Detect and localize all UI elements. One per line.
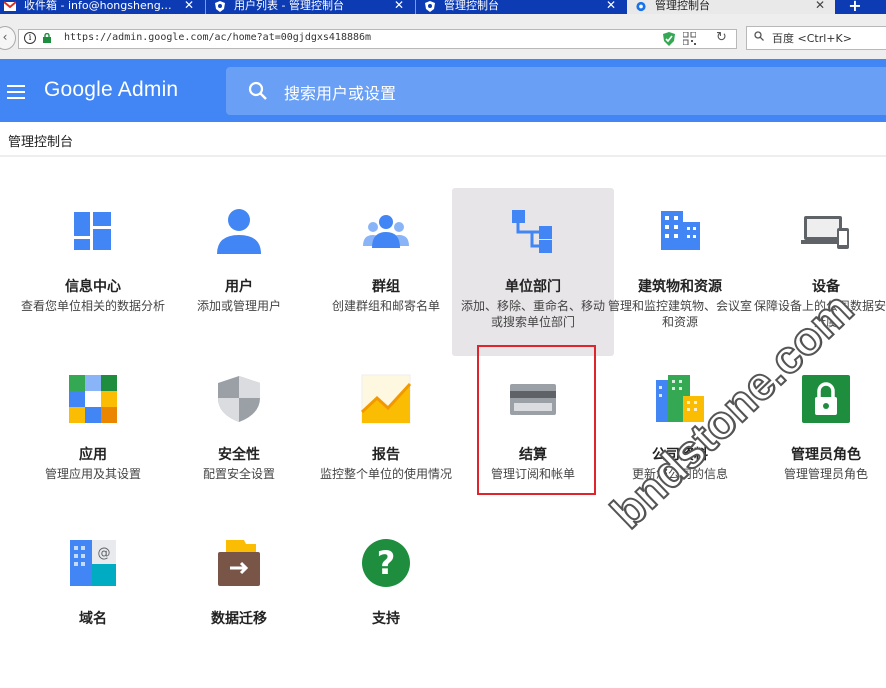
admin-icon [215, 1, 225, 12]
svg-text:?: ? [377, 544, 396, 582]
group-icon [363, 215, 409, 248]
tile-title: 支持 [372, 611, 400, 627]
lock-icon [802, 375, 850, 423]
devices-icon [801, 216, 849, 249]
tile-groups[interactable]: 群组 创建群组和邮寄名单 [305, 188, 467, 356]
reload-icon[interactable]: ↻ [716, 30, 727, 45]
tile-description: 配置安全设置 [202, 467, 275, 481]
browser-tab-inbox[interactable]: 收件箱 - info@hongsheng… ✕ [0, 0, 203, 14]
breadcrumb: 管理控制台 [0, 122, 886, 157]
tab-close-icon[interactable]: ✕ [815, 0, 825, 11]
browser-search-placeholder: 百度 <Ctrl+K> [772, 32, 852, 45]
admin-icon [425, 1, 435, 12]
tab-close-icon[interactable]: ✕ [606, 0, 616, 11]
tile-description: 监控整个单位的使用情况 [319, 467, 452, 481]
security-shield-icon[interactable] [662, 32, 676, 46]
tab-close-icon[interactable]: ✕ [184, 0, 194, 11]
tile-description: 管理应用及其设置 [44, 467, 141, 481]
tile-buildings[interactable]: 建筑物和资源 管理和监控建筑物、会议室和资源 [599, 188, 761, 356]
tile-apps[interactable]: 应用 管理应用及其设置 [12, 356, 174, 524]
tab-separator [415, 0, 416, 14]
tile-title: 域名 [79, 611, 107, 627]
apps-icon [69, 375, 117, 423]
main-menu-icon[interactable] [7, 85, 25, 99]
tile-security[interactable]: 安全性 配置安全设置 [158, 356, 320, 524]
svg-text:@: @ [98, 546, 111, 561]
admin-search-input[interactable]: 搜索用户或设置 [226, 67, 886, 115]
user-icon [217, 209, 261, 254]
tab-separator [205, 0, 206, 14]
google-admin-logo[interactable]: Google Admin [44, 78, 178, 102]
tile-description: 查看您单位相关的数据分析 [20, 299, 165, 313]
tile-title: 安全性 [218, 447, 260, 463]
qr-code-icon[interactable] [683, 32, 696, 45]
tile-reports[interactable]: 报告 监控整个单位的使用情况 [305, 356, 467, 524]
tile-support[interactable]: ? 支持 [305, 520, 467, 688]
tile-domains[interactable]: @ 域名 [12, 520, 174, 688]
domains-icon: @ [70, 540, 116, 586]
tile-title: 报告 [372, 447, 400, 463]
new-tab-button[interactable]: + [840, 0, 870, 14]
tab-title: 管理控制台 [655, 0, 710, 12]
tile-title: 群组 [372, 279, 400, 295]
tile-users[interactable]: 用户 添加或管理用户 [158, 188, 320, 356]
tile-org-units[interactable]: 单位部门 添加、移除、重命名、移动或搜索单位部门 [452, 188, 614, 356]
lock-icon [43, 33, 51, 43]
reports-icon [361, 374, 411, 424]
browser-tab-strip: 收件箱 - info@hongsheng… ✕ 用户列表 - 管理控制台 ✕ 管… [0, 0, 886, 14]
tile-title: 信息中心 [65, 279, 121, 295]
tile-title: 建筑物和资源 [638, 279, 722, 295]
tile-title: 数据迁移 [211, 611, 267, 627]
billing-highlight-annotation [477, 345, 596, 495]
building-icon [661, 211, 700, 250]
tab-close-icon[interactable]: ✕ [394, 0, 404, 11]
admin-header: Google Admin 搜索用户或设置 [0, 59, 886, 122]
tile-title: 单位部门 [505, 279, 561, 295]
search-icon [248, 81, 267, 100]
tile-data-migration[interactable]: 数据迁移 [158, 520, 320, 688]
dashboard-icon [74, 212, 111, 250]
tile-title: 应用 [79, 447, 107, 463]
shield-icon [218, 376, 260, 422]
address-bar-row: ‹ i https://admin.google.com/ac/home?at=… [0, 14, 886, 59]
tile-description: 管理管理员角色 [783, 467, 868, 481]
page-title[interactable]: 管理控制台 [8, 131, 73, 150]
tile-dashboard[interactable]: 信息中心 查看您单位相关的数据分析 [12, 188, 174, 356]
data-migration-icon [218, 540, 260, 586]
search-icon [754, 31, 764, 41]
gear-icon [636, 1, 646, 12]
tab-title: 收件箱 - info@hongsheng… [24, 0, 172, 12]
url-bar[interactable]: i https://admin.google.com/ac/home?at=00… [18, 29, 737, 49]
url-text[interactable]: https://admin.google.com/ac/home?at=00gj… [64, 32, 371, 43]
info-icon[interactable]: i [24, 32, 36, 44]
tile-description: 管理和监控建筑物、会议室和资源 [607, 299, 752, 329]
gmail-icon [4, 1, 16, 11]
tile-description: 添加或管理用户 [196, 299, 281, 313]
tile-title: 管理员角色 [791, 447, 861, 463]
help-icon: ? [362, 539, 410, 587]
browser-tab-console-active[interactable]: 管理控制台 ✕ [627, 0, 835, 14]
tab-title: 用户列表 - 管理控制台 [234, 0, 344, 12]
tile-title: 用户 [225, 279, 253, 295]
browser-tab-console[interactable]: 管理控制台 ✕ [420, 0, 620, 14]
back-button[interactable]: ‹ [0, 26, 16, 50]
tab-title: 管理控制台 [444, 0, 499, 12]
org-unit-icon [512, 210, 552, 253]
browser-search-box[interactable]: 百度 <Ctrl+K> [746, 26, 886, 50]
tile-description: 创建群组和邮寄名单 [331, 299, 440, 313]
tile-description: 添加、移除、重命名、移动或搜索单位部门 [460, 299, 605, 329]
browser-tab-user-list[interactable]: 用户列表 - 管理控制台 ✕ [210, 0, 410, 14]
admin-search-placeholder: 搜索用户或设置 [284, 84, 397, 103]
